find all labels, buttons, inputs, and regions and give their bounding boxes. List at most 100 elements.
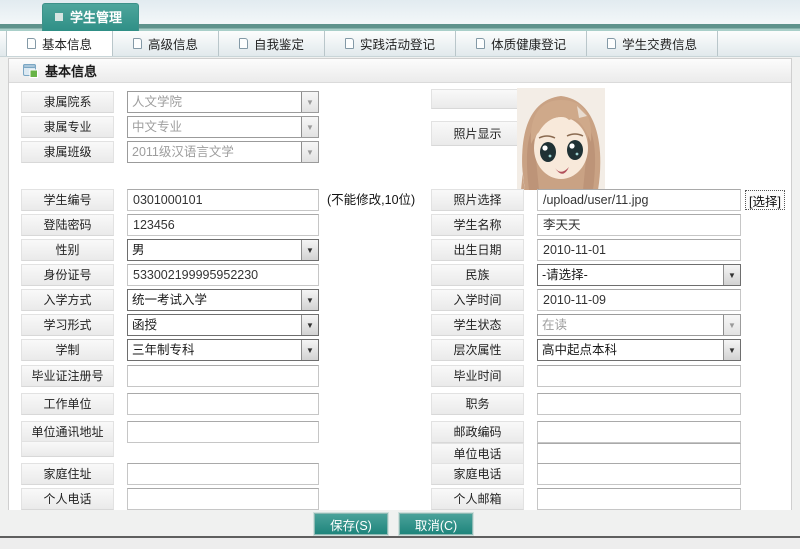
cancel-button[interactable]: 取消(C) <box>399 513 473 535</box>
field-label: 出生日期 <box>431 239 524 261</box>
select-value: 统一考试入学 <box>128 290 301 310</box>
chevron-down-icon: ▼ <box>301 142 318 162</box>
text-input[interactable] <box>127 393 319 415</box>
field-row: 学生编号 0301000101 (不能修改,10位) <box>21 189 415 211</box>
text-input[interactable] <box>127 421 319 443</box>
field-label <box>21 441 114 457</box>
field-label: 个人邮箱 <box>431 488 524 510</box>
field-label: 性别 <box>21 239 114 261</box>
photo-pick-button[interactable]: [选择] <box>745 190 785 210</box>
text-input[interactable] <box>537 463 741 485</box>
chevron-down-icon: ▼ <box>301 117 318 137</box>
field-label: 学习形式 <box>21 314 114 336</box>
text-input[interactable]: 123456 <box>127 214 319 236</box>
tab-2[interactable]: 自我鉴定 <box>219 31 325 56</box>
field-row: 隶属专业中文专业▼ <box>21 116 319 138</box>
select-value: 2011级汉语言文学 <box>128 142 301 162</box>
photo-display-label: 照片显示 <box>431 121 524 146</box>
window-title: 学生管理 <box>70 7 122 26</box>
select-field[interactable]: 三年制专科▼ <box>127 339 319 361</box>
chevron-down-icon[interactable]: ▼ <box>723 340 740 360</box>
form-body: 照片显示 <box>9 83 791 510</box>
tab-label: 实践活动登记 <box>360 34 435 53</box>
field-row: 职务 <box>431 393 741 415</box>
select-field[interactable]: 函授▼ <box>127 314 319 336</box>
select-field[interactable]: -请选择-▼ <box>537 264 741 286</box>
text-input[interactable]: 2010-11-09 <box>537 289 741 311</box>
select-field[interactable]: 高中起点本科▼ <box>537 339 741 361</box>
field-label: 单位电话 <box>431 443 524 465</box>
text-input[interactable] <box>537 488 741 510</box>
form-panel: 基本信息 照片显示 <box>8 58 792 510</box>
field-label: 学生状态 <box>431 314 524 336</box>
tab-1[interactable]: 高级信息 <box>113 31 219 56</box>
text-input[interactable] <box>127 463 319 485</box>
field-row: 个人邮箱 <box>431 488 741 510</box>
chevron-down-icon[interactable]: ▼ <box>301 240 318 260</box>
document-icon <box>345 38 354 49</box>
text-input[interactable]: 533002199995952230 <box>127 264 319 286</box>
field-row: 邮政编码 <box>431 421 741 443</box>
chevron-down-icon[interactable]: ▼ <box>723 265 740 285</box>
text-input[interactable] <box>127 488 319 510</box>
student-management-window: 学生管理 基本信息 高级信息 自我鉴定 实践活动登记 体质健康登记 学生交费信息 基本信息… <box>0 0 800 549</box>
field-row: 层次属性高中起点本科▼ <box>431 339 741 361</box>
field-row: 入学方式统一考试入学▼ <box>21 289 319 311</box>
field-label: 工作单位 <box>21 393 114 415</box>
select-value: 高中起点本科 <box>538 340 723 360</box>
select-field[interactable]: 男▼ <box>127 239 319 261</box>
text-input[interactable] <box>127 365 319 387</box>
tab-5[interactable]: 学生交费信息 <box>587 31 718 56</box>
field-row: 工作单位 <box>21 393 319 415</box>
field-row: 隶属院系人文学院▼ <box>21 91 319 113</box>
field-label: 毕业证注册号 <box>21 365 114 387</box>
field-label: 学生编号 <box>21 189 114 211</box>
text-input[interactable]: 李天天 <box>537 214 741 236</box>
footer-strip <box>0 538 800 549</box>
chevron-down-icon[interactable]: ▼ <box>301 290 318 310</box>
section-title: 基本信息 <box>45 61 97 80</box>
field-note: (不能修改,10位) <box>327 189 415 211</box>
field-row <box>21 441 114 463</box>
tab-3[interactable]: 实践活动登记 <box>325 31 456 56</box>
save-button[interactable]: 保存(S) <box>314 513 388 535</box>
text-input[interactable]: 2010-11-01 <box>537 239 741 261</box>
select-field[interactable]: 统一考试入学▼ <box>127 289 319 311</box>
field-row: 个人电话 <box>21 488 319 510</box>
window-title-tab[interactable]: 学生管理 <box>42 3 139 31</box>
tab-4[interactable]: 体质健康登记 <box>456 31 587 56</box>
field-row: 照片选择/upload/user/11.jpg[选择] <box>431 189 785 211</box>
tab-label: 高级信息 <box>148 34 198 53</box>
text-input[interactable] <box>537 443 741 465</box>
chevron-down-icon[interactable]: ▼ <box>301 340 318 360</box>
text-input[interactable] <box>537 421 741 443</box>
tab-label: 学生交费信息 <box>622 34 697 53</box>
student-photo <box>517 88 605 190</box>
select-value: 人文学院 <box>128 92 301 112</box>
square-icon <box>55 13 63 21</box>
field-row: 毕业证注册号 <box>21 365 319 387</box>
field-row: 出生日期 2010-11-01 <box>431 239 741 261</box>
select-value: -请选择- <box>538 265 723 285</box>
field-row: 登陆密码 123456 <box>21 214 319 236</box>
select-value: 三年制专科 <box>128 340 301 360</box>
field-row <box>431 89 524 111</box>
text-input[interactable]: 0301000101 <box>127 189 319 211</box>
field-row: 学生名称李天天 <box>431 214 741 236</box>
field-row: 民族-请选择-▼ <box>431 264 741 286</box>
field-row: 入学时间2010-11-09 <box>431 289 741 311</box>
field-label: 学生名称 <box>431 214 524 236</box>
window-header: 学生管理 <box>0 0 800 31</box>
text-input[interactable] <box>537 393 741 415</box>
field-label: 登陆密码 <box>21 214 114 236</box>
tab-bar: 基本信息 高级信息 自我鉴定 实践活动登记 体质健康登记 学生交费信息 <box>0 31 800 57</box>
chevron-down-icon[interactable]: ▼ <box>301 315 318 335</box>
field-label: 身份证号 <box>21 264 114 286</box>
text-input[interactable]: /upload/user/11.jpg <box>537 189 741 211</box>
select-value: 中文专业 <box>128 117 301 137</box>
field-label: 隶属专业 <box>21 116 114 138</box>
field-row: 性别男▼ <box>21 239 319 261</box>
tab-0[interactable]: 基本信息 <box>6 31 113 56</box>
text-input[interactable] <box>537 365 741 387</box>
field-row: 单位通讯地址 <box>21 421 319 443</box>
